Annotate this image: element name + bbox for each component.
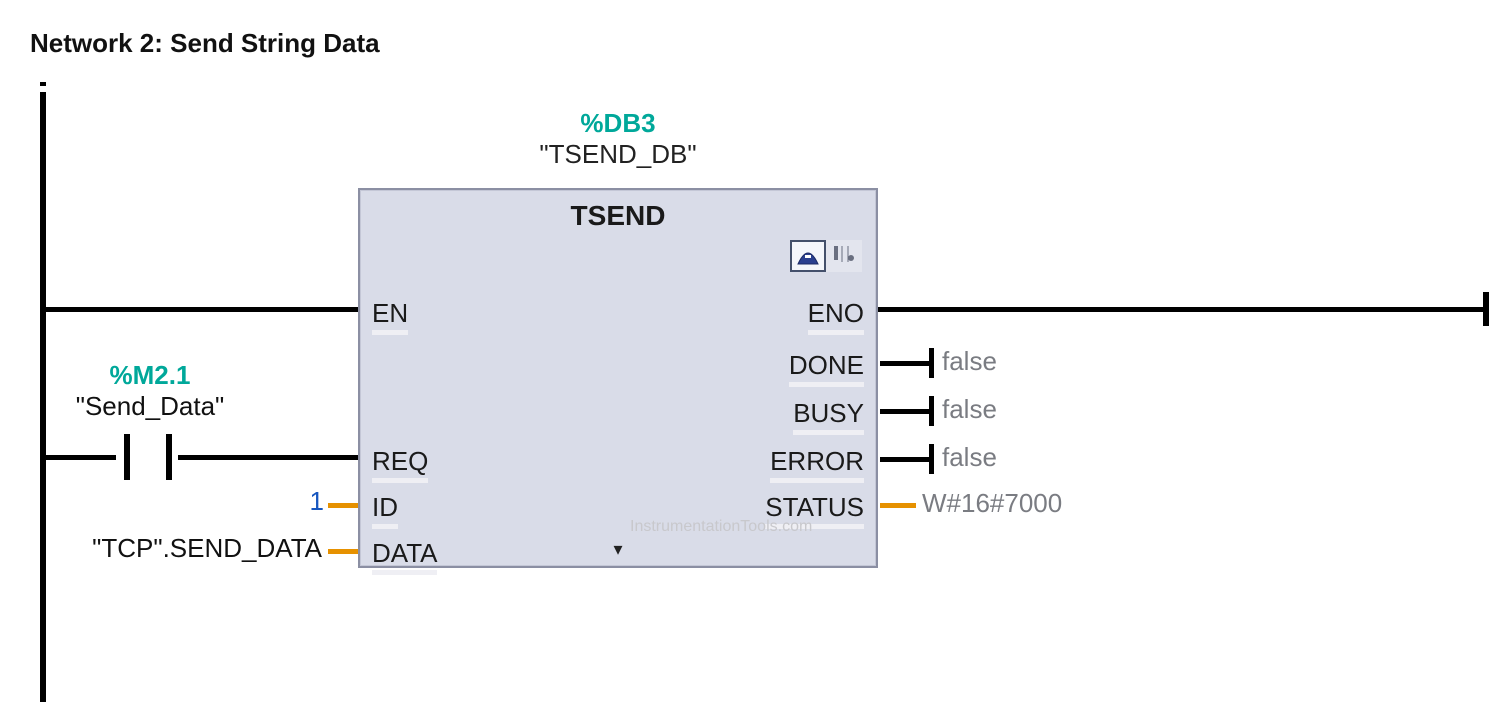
conn-status [880, 503, 916, 508]
watermark: InstrumentationTools.com [630, 518, 812, 536]
value-id[interactable]: 1 [300, 486, 324, 517]
value-busy: false [942, 394, 997, 425]
value-done: false [942, 346, 997, 377]
wire-eno [878, 307, 1483, 312]
value-status: W#16#7000 [922, 488, 1062, 519]
stub-busy [880, 396, 934, 426]
contact-address: %M2.1 [60, 360, 240, 391]
block-instance-label: %DB3 "TSEND_DB" [358, 108, 878, 170]
conn-data [328, 549, 358, 554]
ladder-network: Network 2: Send String Data %DB3 "TSEND_… [0, 0, 1501, 715]
stub-error [880, 444, 934, 474]
block-type-name: TSEND [360, 200, 876, 232]
power-rail-left [40, 82, 46, 702]
value-data[interactable]: "TCP".SEND_DATA [74, 533, 322, 564]
expand-caret-icon[interactable]: ▾ [360, 539, 876, 560]
diagnostics-icon[interactable] [790, 240, 826, 272]
param-error: ERROR [770, 446, 864, 483]
network-title: Network 2: Send String Data [30, 28, 380, 59]
contact-send-data[interactable] [116, 434, 180, 480]
stub-done [880, 348, 934, 378]
wire-en [46, 307, 358, 312]
param-id: ID [372, 492, 398, 529]
block-address: %DB3 [358, 108, 878, 139]
function-block-tsend[interactable]: TSEND EN REQ ID DATA ENO DONE B [358, 188, 878, 568]
param-eno: ENO [808, 298, 864, 335]
wire-eno-end [1483, 292, 1489, 326]
param-done: DONE [789, 350, 864, 387]
contact-symbol: "Send_Data" [60, 391, 240, 422]
wire-req-a [46, 455, 116, 460]
param-busy: BUSY [793, 398, 864, 435]
block-symbol-name: "TSEND_DB" [358, 139, 878, 170]
param-en: EN [372, 298, 408, 335]
value-error: false [942, 442, 997, 473]
contact-label: %M2.1 "Send_Data" [60, 360, 240, 422]
parameters-icon[interactable] [826, 240, 862, 272]
param-req: REQ [372, 446, 428, 483]
wire-req-b [178, 455, 358, 460]
conn-id [328, 503, 358, 508]
